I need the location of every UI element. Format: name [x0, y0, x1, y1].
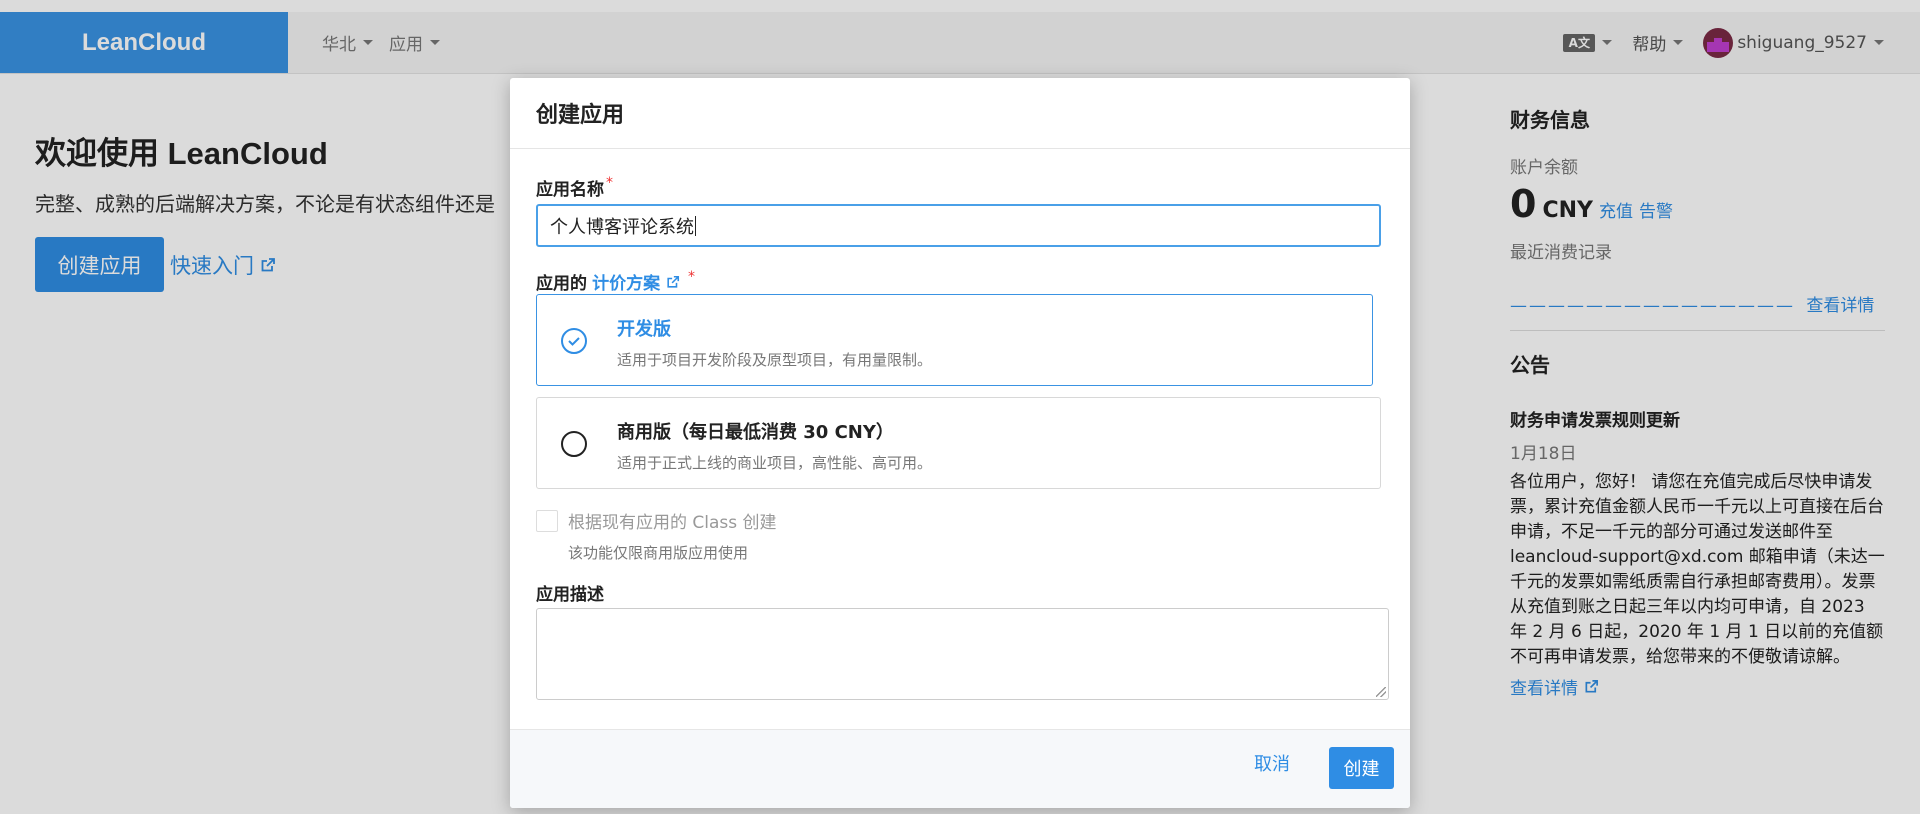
app-name-input[interactable]: 个人博客评论系统: [536, 204, 1381, 247]
description-label: 应用描述: [536, 585, 604, 605]
radio-unchecked-icon: [561, 431, 587, 457]
plan-desc: 适用于正式上线的商业项目，高性能、高可用。: [617, 454, 933, 472]
radio-checked-icon: [561, 328, 587, 354]
class-copy-label: 根据现有应用的 Class 创建: [568, 513, 777, 533]
plan-option-dev[interactable]: 开发版 适用于项目开发阶段及原型项目，有用量限制。: [536, 294, 1373, 386]
required-mark: *: [606, 175, 613, 191]
plan-label: 应用的: [536, 274, 587, 294]
create-app-dialog: 创建应用 应用名称 * 应用的 计价方案 * 个人博客评论系统 开发版 适用于项目…: [510, 78, 1410, 808]
pricing-link[interactable]: 计价方案: [592, 274, 686, 294]
app-name-value: 个人博客评论系统: [550, 216, 694, 238]
cancel-button[interactable]: 取消: [1254, 750, 1290, 776]
name-label: 应用名称: [536, 180, 604, 200]
text-cursor: [695, 215, 696, 236]
external-link-icon: [667, 275, 680, 288]
description-textarea[interactable]: [536, 608, 1389, 700]
required-mark: *: [687, 269, 695, 285]
plan-title: 开发版: [617, 319, 671, 340]
plan-field-label: 应用的 计价方案 *: [536, 269, 695, 294]
class-copy-checkbox[interactable]: [536, 510, 558, 532]
pricing-link-label: 计价方案: [592, 274, 661, 294]
create-button[interactable]: 创建: [1329, 747, 1394, 789]
resize-grip-icon[interactable]: [1376, 687, 1386, 697]
plan-title: 商用版（每日最低消费 30 CNY）: [617, 422, 894, 443]
name-field-label: 应用名称 *: [536, 175, 613, 200]
class-copy-hint: 该功能仅限商用版应用使用: [568, 544, 749, 562]
dialog-footer: 取消 创建: [510, 729, 1410, 808]
plan-option-commercial[interactable]: 商用版（每日最低消费 30 CNY） 适用于正式上线的商业项目，高性能、高可用。: [536, 397, 1381, 489]
dialog-title: 创建应用: [510, 78, 1410, 149]
plan-desc: 适用于项目开发阶段及原型项目，有用量限制。: [617, 351, 933, 369]
